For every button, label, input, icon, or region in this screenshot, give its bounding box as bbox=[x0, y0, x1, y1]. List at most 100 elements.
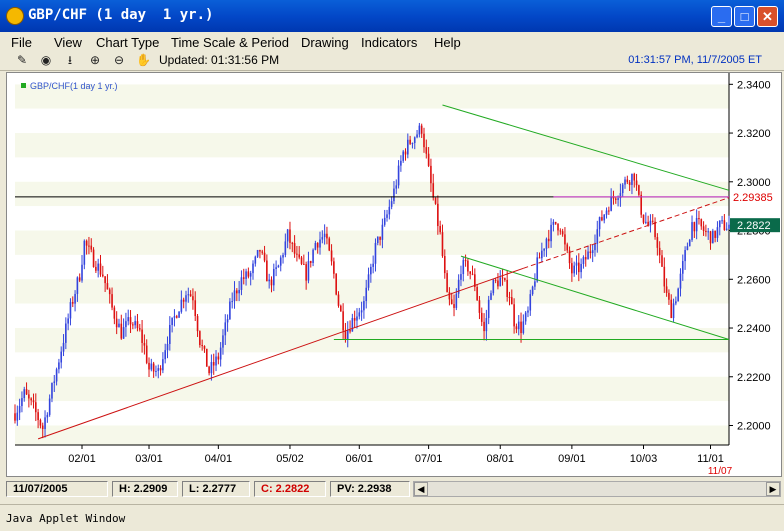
candle-body bbox=[363, 301, 365, 311]
candlestick-chart[interactable]: 2.34002.32002.30002.28002.26002.24002.22… bbox=[7, 73, 781, 476]
candle-body bbox=[41, 425, 44, 429]
candle-body bbox=[157, 368, 160, 371]
applet-label: Java Applet Window bbox=[6, 512, 126, 525]
candle-body bbox=[631, 173, 633, 185]
candle-body bbox=[702, 226, 705, 231]
candle-body bbox=[601, 217, 603, 221]
candle-body bbox=[559, 230, 562, 232]
candle-body bbox=[18, 406, 21, 413]
candle-body bbox=[351, 318, 354, 332]
candle-body bbox=[547, 238, 550, 242]
candle-body bbox=[651, 220, 654, 222]
candle-body bbox=[564, 234, 566, 245]
zoom-out-icon[interactable]: ⊖ bbox=[112, 53, 126, 67]
candle-body bbox=[510, 297, 513, 305]
candle-body bbox=[383, 217, 386, 225]
candle-body bbox=[356, 316, 358, 321]
candle-body bbox=[681, 261, 684, 274]
candle-body bbox=[152, 363, 155, 372]
candle-body bbox=[372, 263, 374, 267]
candle-body bbox=[691, 222, 693, 240]
candle-body bbox=[529, 294, 532, 311]
close-button[interactable]: ✕ bbox=[757, 6, 778, 27]
candle-body bbox=[614, 198, 617, 200]
candle-body bbox=[252, 263, 254, 274]
pointer-icon[interactable]: ◉ bbox=[39, 53, 53, 67]
candle-body bbox=[707, 231, 710, 233]
candle-body bbox=[365, 287, 368, 302]
candle-body bbox=[291, 242, 294, 244]
scroll-right-button[interactable]: ▶ bbox=[766, 482, 780, 496]
y-tick-label: 2.3000 bbox=[737, 177, 771, 189]
candle-body bbox=[455, 293, 458, 308]
candle-body bbox=[552, 221, 555, 225]
y-tick-label: 2.2200 bbox=[737, 372, 771, 384]
candle-body bbox=[675, 301, 677, 304]
minimize-button[interactable]: _ bbox=[711, 6, 732, 27]
candle-body bbox=[205, 348, 208, 367]
candle-body bbox=[314, 243, 317, 250]
candle-body bbox=[439, 226, 441, 233]
candle-body bbox=[32, 400, 35, 403]
menu-indicators[interactable]: Indicators bbox=[361, 35, 417, 50]
candle-body bbox=[718, 220, 721, 228]
candle-body bbox=[513, 304, 515, 327]
candle-body bbox=[499, 277, 502, 287]
candle-body bbox=[624, 179, 626, 185]
candle-body bbox=[688, 239, 691, 247]
menu-time-scale[interactable]: Time Scale & Period bbox=[171, 35, 289, 50]
candle-body bbox=[312, 249, 314, 263]
candle-body bbox=[240, 277, 243, 290]
candle-body bbox=[573, 265, 575, 274]
candle-body bbox=[169, 324, 171, 344]
menu-view[interactable]: View bbox=[54, 35, 82, 50]
candle-body bbox=[430, 165, 432, 184]
status-date: 11/07/2005 bbox=[6, 481, 108, 497]
candle-body bbox=[236, 290, 238, 294]
candle-body bbox=[626, 179, 629, 183]
candle-body bbox=[256, 249, 259, 257]
candle-body bbox=[580, 263, 582, 273]
scroll-left-button[interactable]: ◀ bbox=[414, 482, 428, 496]
candle-body bbox=[411, 142, 414, 144]
maximize-button[interactable]: □ bbox=[734, 6, 755, 27]
candle-body bbox=[16, 412, 19, 421]
candle-body bbox=[231, 301, 234, 303]
pencil-icon[interactable]: ✎ bbox=[15, 53, 29, 67]
candle-body bbox=[125, 321, 127, 328]
candle-body bbox=[21, 398, 23, 407]
menu-bar: File View Chart Type Time Scale & Period… bbox=[0, 32, 784, 52]
menu-file[interactable]: File bbox=[11, 35, 32, 50]
legend-swatch bbox=[21, 83, 26, 88]
candle-body bbox=[420, 125, 423, 134]
candle-body bbox=[53, 381, 56, 383]
candle-body bbox=[166, 343, 169, 351]
candle-body bbox=[28, 394, 30, 399]
chart-area[interactable]: 2.34002.32002.30002.28002.26002.24002.22… bbox=[6, 72, 782, 477]
x-tick-label: 03/01 bbox=[135, 453, 163, 465]
menu-help[interactable]: Help bbox=[434, 35, 461, 50]
applet-footer: Java Applet Window bbox=[0, 504, 784, 531]
candle-body bbox=[409, 139, 411, 144]
menu-chart-type[interactable]: Chart Type bbox=[96, 35, 159, 50]
crosshair-icon[interactable]: ⭳ bbox=[63, 53, 77, 67]
candle-body bbox=[566, 244, 569, 251]
y-tick-label: 2.2400 bbox=[737, 323, 771, 335]
candle-body bbox=[658, 247, 661, 256]
candle-body bbox=[561, 231, 564, 235]
candle-body bbox=[603, 214, 606, 221]
chart-scrollbar[interactable]: ◀ ▶ bbox=[413, 481, 781, 497]
menu-drawing[interactable]: Drawing bbox=[301, 35, 349, 50]
candle-body bbox=[400, 160, 402, 166]
candle-body bbox=[698, 218, 700, 220]
hand-icon[interactable]: ✋ bbox=[136, 53, 151, 67]
x-tick-label: 09/01 bbox=[558, 453, 586, 465]
candle-body bbox=[159, 368, 162, 371]
zoom-in-icon[interactable]: ⊕ bbox=[88, 53, 102, 67]
candle-body bbox=[591, 250, 594, 254]
candle-body bbox=[95, 266, 97, 271]
candle-body bbox=[358, 312, 361, 317]
candle-body bbox=[187, 294, 190, 296]
status-low: L: 2.2777 bbox=[182, 481, 250, 497]
x-tick-label: 07/01 bbox=[415, 453, 443, 465]
